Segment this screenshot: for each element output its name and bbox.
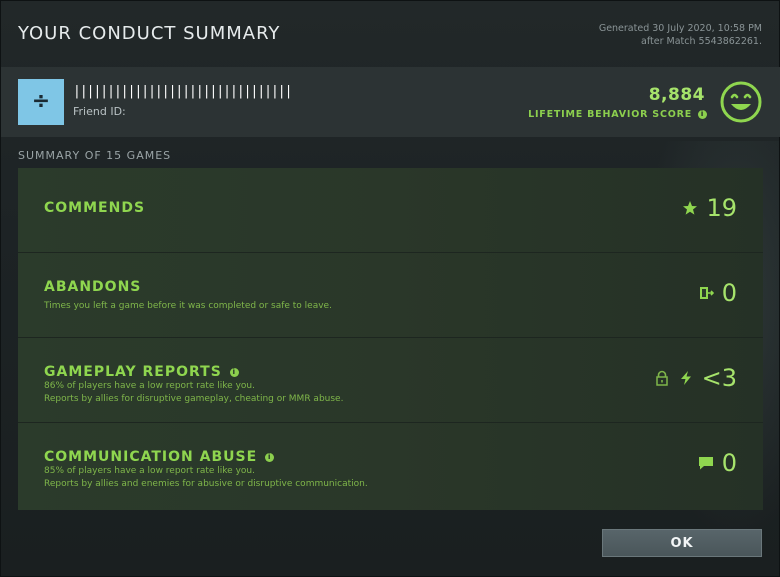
generated-match: after Match 5543862261. [641, 36, 762, 47]
generated-date: Generated 30 July 2020, 10:58 PM [598, 23, 762, 34]
gameplay-reports-title-text: GAMEPLAY REPORTS [44, 364, 222, 380]
chat-bubble-icon [698, 457, 713, 470]
ok-button[interactable]: OK [602, 529, 762, 557]
generated-info: Generated 30 July 2020, 10:58 PM after M… [599, 22, 762, 48]
gameplay-reports-subtitle-1: 86% of players have a low report rate li… [44, 381, 255, 391]
gameplay-reports-value-group: <3 [654, 364, 737, 392]
abandons-value-group: 0 [698, 279, 737, 307]
friend-id-label: Friend ID: [73, 105, 126, 118]
star-icon [683, 201, 698, 215]
conduct-summary-window: YOUR CONDUCT SUMMARY Generated 30 July 2… [0, 0, 780, 577]
communication-abuse-title-text: COMMUNICATION ABUSE [44, 449, 258, 465]
profile-bar: ÷ |||||||||||||||||||||||||||||||| Frien… [1, 67, 780, 137]
abandons-title: ABANDONS [44, 279, 142, 295]
gameplay-reports-title: GAMEPLAY REPORTS i [44, 364, 239, 380]
communication-abuse-card: COMMUNICATION ABUSE i 85% of players hav… [18, 423, 763, 508]
communication-abuse-subtitle-1: 85% of players have a low report rate li… [44, 466, 255, 476]
commends-card: COMMENDS 19 [18, 168, 763, 253]
avatar: ÷ [18, 79, 64, 125]
communication-abuse-value-group: 0 [698, 449, 737, 477]
communication-abuse-value: 0 [721, 449, 737, 477]
behavior-score-label: LIFETIME BEHAVIOR SCORE i [528, 109, 707, 120]
communication-abuse-title: COMMUNICATION ABUSE i [44, 449, 275, 465]
abandons-card: ABANDONS Times you left a game before it… [18, 253, 763, 338]
page-title: YOUR CONDUCT SUMMARY [18, 23, 281, 44]
abandons-value: 0 [721, 279, 737, 307]
gameplay-reports-value: <3 [701, 364, 737, 392]
commends-title: COMMENDS [44, 200, 146, 216]
communication-abuse-subtitle-2: Reports by allies and enemies for abusiv… [44, 479, 368, 489]
behavior-score-label-text: LIFETIME BEHAVIOR SCORE [528, 109, 692, 120]
smiley-face-icon [720, 81, 762, 123]
info-icon[interactable]: i [229, 367, 239, 377]
info-icon[interactable]: i [698, 110, 707, 119]
info-icon[interactable]: i [265, 452, 275, 462]
exit-door-icon [699, 287, 714, 299]
player-name: |||||||||||||||||||||||||||||||| [73, 84, 292, 99]
commends-value: 19 [706, 194, 737, 222]
lightning-icon [680, 371, 691, 385]
gameplay-reports-card: GAMEPLAY REPORTS i 86% of players have a… [18, 338, 763, 423]
behavior-score-value: 8,884 [648, 85, 705, 105]
gameplay-reports-subtitle-2: Reports by allies for disruptive gamepla… [44, 394, 344, 404]
lock-icon [655, 370, 668, 386]
summary-heading: SUMMARY OF 15 GAMES [18, 149, 172, 162]
summary-cards: COMMENDS 19 ABANDONS Times you left a ga… [18, 168, 763, 510]
commends-value-group: 19 [682, 194, 737, 222]
abandons-subtitle: Times you left a game before it was comp… [44, 301, 332, 311]
divide-icon: ÷ [31, 89, 51, 114]
